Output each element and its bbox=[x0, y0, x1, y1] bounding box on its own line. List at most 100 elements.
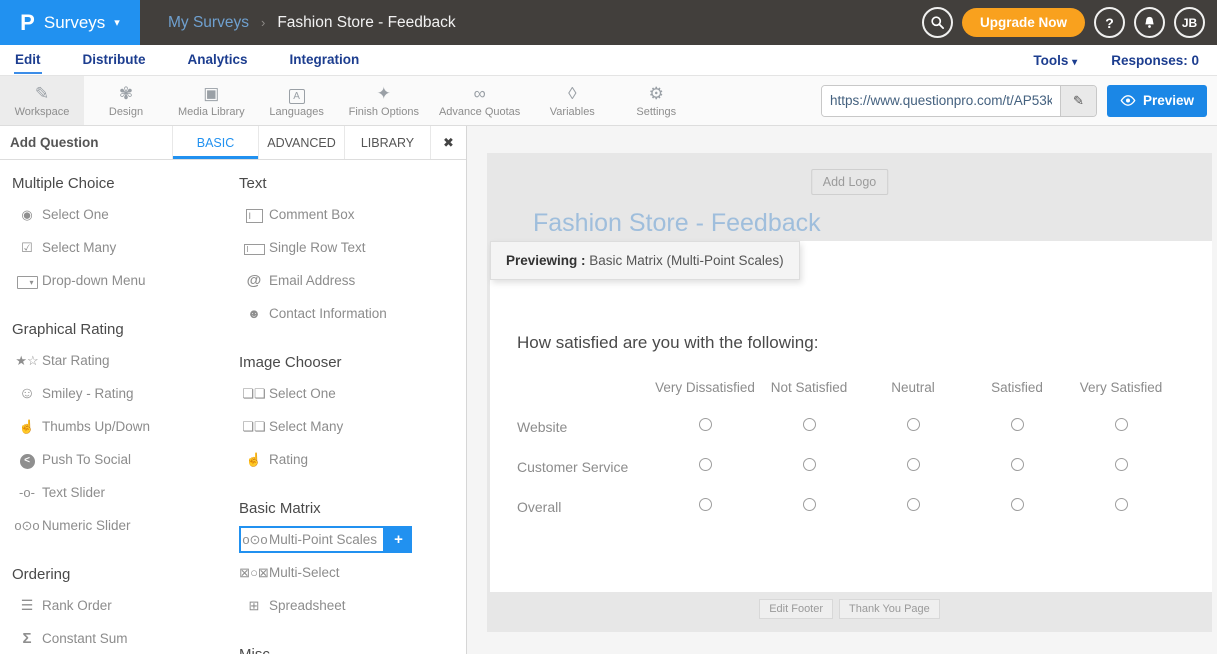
question-type-spreadsheet[interactable]: ⊞Spreadsheet bbox=[239, 589, 466, 622]
radio-option[interactable] bbox=[1011, 458, 1024, 471]
matrix-cell bbox=[1069, 487, 1173, 527]
matrix-row-label: Overall bbox=[517, 487, 653, 527]
question-type-email-address[interactable]: @Email Address bbox=[239, 264, 466, 297]
main-area: Add Question BASICADVANCEDLIBRARY ✖ Mult… bbox=[0, 126, 1217, 654]
question-type-contact-information[interactable]: ☻Contact Information bbox=[239, 297, 466, 330]
search-button[interactable] bbox=[922, 7, 953, 38]
tool-label: Workspace bbox=[15, 106, 70, 118]
upgrade-now-button[interactable]: Upgrade Now bbox=[962, 8, 1085, 37]
section-graphical-rating: Graphical Rating ★☆Star Rating☺Smiley - R… bbox=[12, 321, 239, 542]
tool-label: Advance Quotas bbox=[439, 106, 520, 118]
radio-option[interactable] bbox=[1011, 498, 1024, 511]
radio-option[interactable] bbox=[1011, 418, 1024, 431]
tab-basic[interactable]: BASIC bbox=[172, 126, 258, 159]
section-image-chooser: Image Chooser❏❏Select One❏❏Select Many☝R… bbox=[239, 354, 466, 476]
nav-tab-analytics[interactable]: Analytics bbox=[187, 46, 249, 74]
radio-option[interactable] bbox=[907, 458, 920, 471]
tab-library[interactable]: LIBRARY bbox=[344, 126, 430, 159]
radio-option[interactable] bbox=[699, 418, 712, 431]
close-panel-button[interactable]: ✖ bbox=[430, 126, 466, 159]
radio-option[interactable] bbox=[803, 458, 816, 471]
nav-tab-edit[interactable]: Edit bbox=[14, 46, 42, 74]
tool-settings[interactable]: ⚙Settings bbox=[614, 76, 698, 125]
radio-option[interactable] bbox=[907, 498, 920, 511]
question-type-single-row-text[interactable]: ISingle Row Text bbox=[239, 231, 466, 264]
question-mark-icon: ? bbox=[1105, 15, 1114, 31]
tool-label: Languages bbox=[269, 106, 323, 118]
question-type-select-one[interactable]: ◉Select One bbox=[12, 198, 239, 231]
tool-languages[interactable]: ALanguages bbox=[255, 76, 339, 125]
radio-option[interactable] bbox=[803, 498, 816, 511]
edit-url-button[interactable]: ✎ bbox=[1060, 86, 1096, 116]
question-type-constant-sum[interactable]: ΣConstant Sum bbox=[12, 622, 239, 654]
question-type-push-to-social[interactable]: <Push To Social bbox=[12, 443, 239, 476]
thank-you-page-button[interactable]: Thank You Page bbox=[839, 599, 940, 619]
radio-option[interactable] bbox=[803, 418, 816, 431]
tool-workspace[interactable]: ✎Workspace bbox=[0, 76, 84, 125]
add-logo-button[interactable]: Add Logo bbox=[811, 169, 889, 195]
matrix-cell bbox=[1069, 447, 1173, 487]
tab-advanced[interactable]: ADVANCED bbox=[258, 126, 344, 159]
question-type-multi-point-scales[interactable]: o⊙oMulti-Point Scales+ bbox=[239, 523, 466, 556]
checkbox-stack-icon: ☑ bbox=[12, 240, 42, 256]
survey-footer: Edit Footer Thank You Page bbox=[487, 592, 1212, 632]
question-type-select-many[interactable]: ❏❏Select Many bbox=[239, 410, 466, 443]
edit-footer-button[interactable]: Edit Footer bbox=[759, 599, 833, 619]
question-type-rank-order[interactable]: ☰Rank Order bbox=[12, 589, 239, 622]
finish-options-icon: ✦ bbox=[377, 84, 391, 104]
question-type-label: Multi-Select bbox=[269, 565, 340, 580]
question-type-rating[interactable]: ☝Rating bbox=[239, 443, 466, 476]
star-rating-icon: ★☆ bbox=[12, 353, 42, 369]
section-title: Graphical Rating bbox=[12, 321, 239, 338]
preview-button[interactable]: Preview bbox=[1107, 85, 1207, 117]
matrix-cell bbox=[653, 407, 757, 447]
numeric-slider-icon: o⊙o bbox=[12, 518, 42, 534]
tool-finish-options[interactable]: ✦ Finish Options bbox=[339, 76, 429, 125]
tool-design[interactable]: ✾Design bbox=[84, 76, 168, 125]
radio-option[interactable] bbox=[699, 458, 712, 471]
eye-icon bbox=[1120, 95, 1136, 106]
app-switcher[interactable]: P Surveys ▾ bbox=[0, 0, 140, 45]
section-title: Text bbox=[239, 175, 466, 192]
question-type-drop-down-menu[interactable]: ▾Drop-down Menu bbox=[12, 264, 239, 297]
radio-option[interactable] bbox=[1115, 458, 1128, 471]
notifications-button[interactable] bbox=[1134, 7, 1165, 38]
question-type-label: Thumbs Up/Down bbox=[42, 419, 150, 434]
question-type-select-one[interactable]: ❏❏Select One bbox=[239, 377, 466, 410]
breadcrumb-my-surveys[interactable]: My Surveys bbox=[168, 14, 249, 32]
tool-media-library[interactable]: ▣Media Library bbox=[168, 76, 255, 125]
question-type-numeric-slider[interactable]: o⊙oNumeric Slider bbox=[12, 509, 239, 542]
question-type-text-slider[interactable]: -o-Text Slider bbox=[12, 476, 239, 509]
nav-tab-integration[interactable]: Integration bbox=[289, 46, 361, 74]
section-multiple-choice: Multiple Choice◉Select One☑Select Many▾D… bbox=[12, 175, 239, 297]
help-button[interactable]: ? bbox=[1094, 7, 1125, 38]
radio-option[interactable] bbox=[699, 498, 712, 511]
question-type-smiley-rating[interactable]: ☺Smiley - Rating bbox=[12, 377, 239, 410]
matrix-row-customer-service: Customer Service bbox=[517, 447, 1173, 487]
radio-option[interactable] bbox=[907, 418, 920, 431]
tool-variables[interactable]: ◊Variables bbox=[530, 76, 614, 125]
radio-option[interactable] bbox=[1115, 498, 1128, 511]
radio-option[interactable] bbox=[1115, 418, 1128, 431]
matrix-header-row: Very DissatisfiedNot SatisfiedNeutralSat… bbox=[517, 367, 1173, 407]
account-avatar[interactable]: JB bbox=[1174, 7, 1205, 38]
question-type-star-rating[interactable]: ★☆Star Rating bbox=[12, 344, 239, 377]
question-type-select-many[interactable]: ☑Select Many bbox=[12, 231, 239, 264]
question-type-thumbs-up-down[interactable]: ☝Thumbs Up/Down bbox=[12, 410, 239, 443]
tool-advance-quotas[interactable]: ∞Advance Quotas bbox=[429, 76, 530, 125]
tools-dropdown[interactable]: Tools ▾ bbox=[1033, 53, 1077, 68]
question-type-label: Numeric Slider bbox=[42, 518, 131, 533]
question-type-comment-box[interactable]: IComment Box bbox=[239, 198, 466, 231]
nav-tab-distribute[interactable]: Distribute bbox=[82, 46, 147, 74]
question-type-multi-select[interactable]: ⊠○⊠Multi-Select bbox=[239, 556, 466, 589]
tool-label: Media Library bbox=[178, 106, 245, 118]
matrix-column-header: Satisfied bbox=[965, 367, 1069, 407]
add-question-button[interactable]: + bbox=[385, 526, 412, 553]
survey-url-input[interactable] bbox=[822, 86, 1060, 116]
question-type-column-2: Text IComment BoxISingle Row Text@Email A… bbox=[239, 160, 466, 654]
selected-question-box[interactable]: o⊙oMulti-Point Scales bbox=[239, 526, 385, 553]
top-bar: P Surveys ▾ My Surveys › Fashion Store -… bbox=[0, 0, 1217, 45]
tool-label: Finish Options bbox=[349, 106, 419, 118]
share-icon: < bbox=[12, 451, 42, 469]
responses-count[interactable]: Responses: 0 bbox=[1111, 53, 1199, 68]
